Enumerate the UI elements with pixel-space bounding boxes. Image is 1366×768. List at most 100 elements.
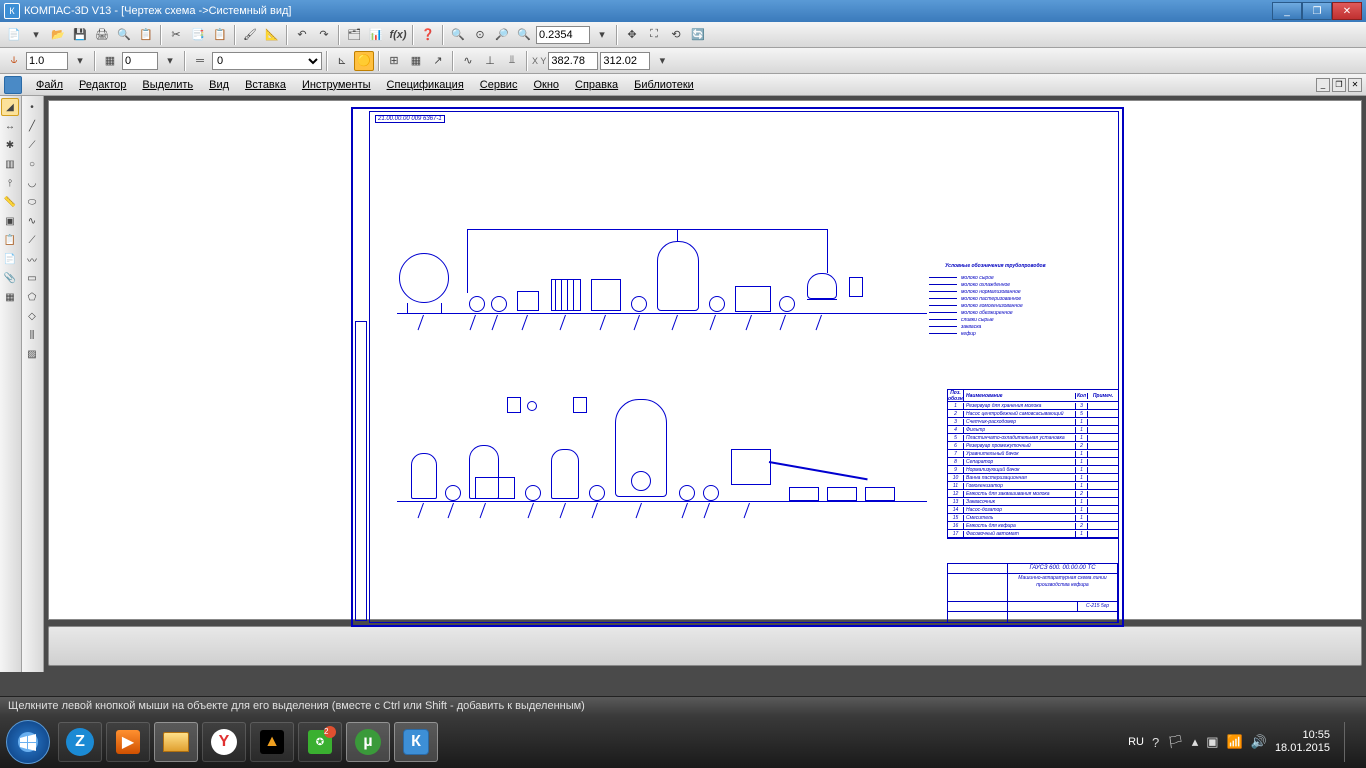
geometry-panel-icon[interactable]: ◢: [1, 98, 19, 116]
lang-indicator[interactable]: RU: [1128, 736, 1144, 748]
new-dropdown-icon[interactable]: ▾: [26, 25, 46, 45]
task-utorrent-icon[interactable]: µ: [346, 722, 390, 762]
layer-dropdown-icon[interactable]: ▾: [160, 51, 180, 71]
tray-clock[interactable]: 10:55 18.01.2015: [1275, 729, 1330, 755]
broken-icon[interactable]: ⟋: [23, 231, 41, 249]
menu-spec[interactable]: Спецификация: [379, 77, 472, 93]
variables-icon[interactable]: 📊: [366, 25, 386, 45]
menu-window[interactable]: Окно: [525, 77, 567, 93]
doc-close-icon[interactable]: ✕: [1348, 78, 1362, 92]
zoom-value-input[interactable]: [536, 26, 590, 44]
close-button[interactable]: ✕: [1332, 2, 1362, 20]
menu-tools[interactable]: Инструменты: [294, 77, 379, 93]
coord-x-input[interactable]: [548, 52, 598, 70]
task-yandex-icon[interactable]: Y: [202, 722, 246, 762]
zoom-dynamic-icon[interactable]: ⊙: [470, 25, 490, 45]
menu-edit[interactable]: Редактор: [71, 77, 134, 93]
paste-icon[interactable]: 📋: [210, 25, 230, 45]
line-icon[interactable]: ╱: [23, 117, 41, 135]
doc-minimize-icon[interactable]: _: [1316, 78, 1330, 92]
doc-restore-icon[interactable]: ❐: [1332, 78, 1346, 92]
start-button[interactable]: [6, 720, 50, 764]
param-icon[interactable]: ∿: [458, 51, 478, 71]
help-cursor-icon[interactable]: ❓: [418, 25, 438, 45]
circle-icon[interactable]: ○: [23, 155, 41, 173]
zoom-in-icon[interactable]: 🔎: [492, 25, 512, 45]
select-panel-icon[interactable]: ▣: [1, 212, 19, 230]
param-panel-icon[interactable]: ⫯: [1, 174, 19, 192]
menu-select[interactable]: Выделить: [134, 77, 201, 93]
zoom-dropdown-icon[interactable]: ▾: [592, 25, 612, 45]
task-explorer-icon[interactable]: [154, 722, 198, 762]
task-zona-icon[interactable]: Z: [58, 722, 102, 762]
undo-icon[interactable]: ↶: [292, 25, 312, 45]
tray-app-icon[interactable]: ▣: [1206, 734, 1218, 750]
tray-action-icon[interactable]: 🏳: [1167, 734, 1184, 750]
tray-network-icon[interactable]: 📶: [1227, 734, 1243, 750]
manager-icon[interactable]: 🗂: [344, 25, 364, 45]
print-icon[interactable]: 🖨: [92, 25, 112, 45]
param2-icon[interactable]: ⫫: [502, 51, 522, 71]
cut-icon[interactable]: ✂: [166, 25, 186, 45]
views-panel-icon[interactable]: ▦: [1, 288, 19, 306]
maximize-button[interactable]: ❐: [1302, 2, 1332, 20]
menu-view[interactable]: Вид: [201, 77, 237, 93]
arc-icon[interactable]: ◡: [23, 174, 41, 192]
coord-y-input[interactable]: [600, 52, 650, 70]
new-doc-icon[interactable]: 📄: [4, 25, 24, 45]
doc-icon[interactable]: [4, 76, 22, 94]
rect-icon[interactable]: ▭: [23, 269, 41, 287]
zoom-fit-icon[interactable]: ⛶: [644, 25, 664, 45]
tray-volume-icon[interactable]: 🔊: [1251, 734, 1267, 750]
scale-dropdown-icon[interactable]: ▾: [70, 51, 90, 71]
measure-panel-icon[interactable]: 📏: [1, 193, 19, 211]
polygon-icon[interactable]: ⬠: [23, 288, 41, 306]
save-icon[interactable]: 💾: [70, 25, 90, 45]
minimize-button[interactable]: _: [1272, 2, 1302, 20]
copy-icon[interactable]: 📑: [188, 25, 208, 45]
brush-icon[interactable]: 🖌: [240, 25, 260, 45]
menu-insert[interactable]: Вставка: [237, 77, 294, 93]
panel-area[interactable]: [48, 626, 1362, 666]
format-icon[interactable]: 📐: [262, 25, 282, 45]
zoom-window-icon[interactable]: 🔍: [448, 25, 468, 45]
grid-icon[interactable]: ⊞: [384, 51, 404, 71]
zoom-out-icon[interactable]: 🔍: [514, 25, 534, 45]
constrain-icon[interactable]: ⊥: [480, 51, 500, 71]
properties-icon[interactable]: 📋: [136, 25, 156, 45]
canvas-viewport[interactable]: 21.00.00.00 009 6367-1: [44, 96, 1366, 672]
contour-icon[interactable]: ◇: [23, 307, 41, 325]
task-2gis-icon[interactable]: ✪2: [298, 722, 342, 762]
spline-icon[interactable]: ∿: [23, 212, 41, 230]
zoom-prev-icon[interactable]: ⟲: [666, 25, 686, 45]
point-icon[interactable]: •: [23, 98, 41, 116]
drawing-canvas[interactable]: 21.00.00.00 009 6367-1: [48, 100, 1362, 620]
bezier-icon[interactable]: 〰: [23, 250, 41, 268]
menu-libs[interactable]: Библиотеки: [626, 77, 702, 93]
insert-panel-icon[interactable]: 📎: [1, 269, 19, 287]
tray-chevron-icon[interactable]: ▴: [1192, 734, 1199, 750]
scale-input[interactable]: [26, 52, 68, 70]
coord-dropdown-icon[interactable]: ▾: [652, 51, 672, 71]
hatch-icon[interactable]: ▨: [23, 345, 41, 363]
menu-service[interactable]: Сервис: [472, 77, 526, 93]
task-kompas-icon[interactable]: К: [394, 722, 438, 762]
preview-icon[interactable]: 🔍: [114, 25, 134, 45]
symbols-panel-icon[interactable]: ✱: [1, 136, 19, 154]
task-mediaplayer-icon[interactable]: ▶: [106, 722, 150, 762]
ortho-icon[interactable]: ⊾: [332, 51, 352, 71]
style-combo[interactable]: 0: [212, 52, 322, 70]
menu-help[interactable]: Справка: [567, 77, 626, 93]
layers-icon[interactable]: ▦: [100, 51, 120, 71]
dimensions-panel-icon[interactable]: ↔: [1, 117, 19, 135]
tray-help-icon[interactable]: ?: [1152, 735, 1159, 750]
open-icon[interactable]: 📂: [48, 25, 68, 45]
snap-icon[interactable]: ⫝: [4, 51, 24, 71]
spec-panel-icon[interactable]: 📋: [1, 231, 19, 249]
layer-input[interactable]: [122, 52, 158, 70]
fx-icon[interactable]: f(x): [388, 25, 408, 45]
menu-file[interactable]: Файл: [28, 77, 71, 93]
linestyle-icon[interactable]: ═: [190, 51, 210, 71]
equid-icon[interactable]: ⫼: [23, 326, 41, 344]
localcs-icon[interactable]: ↗: [428, 51, 448, 71]
